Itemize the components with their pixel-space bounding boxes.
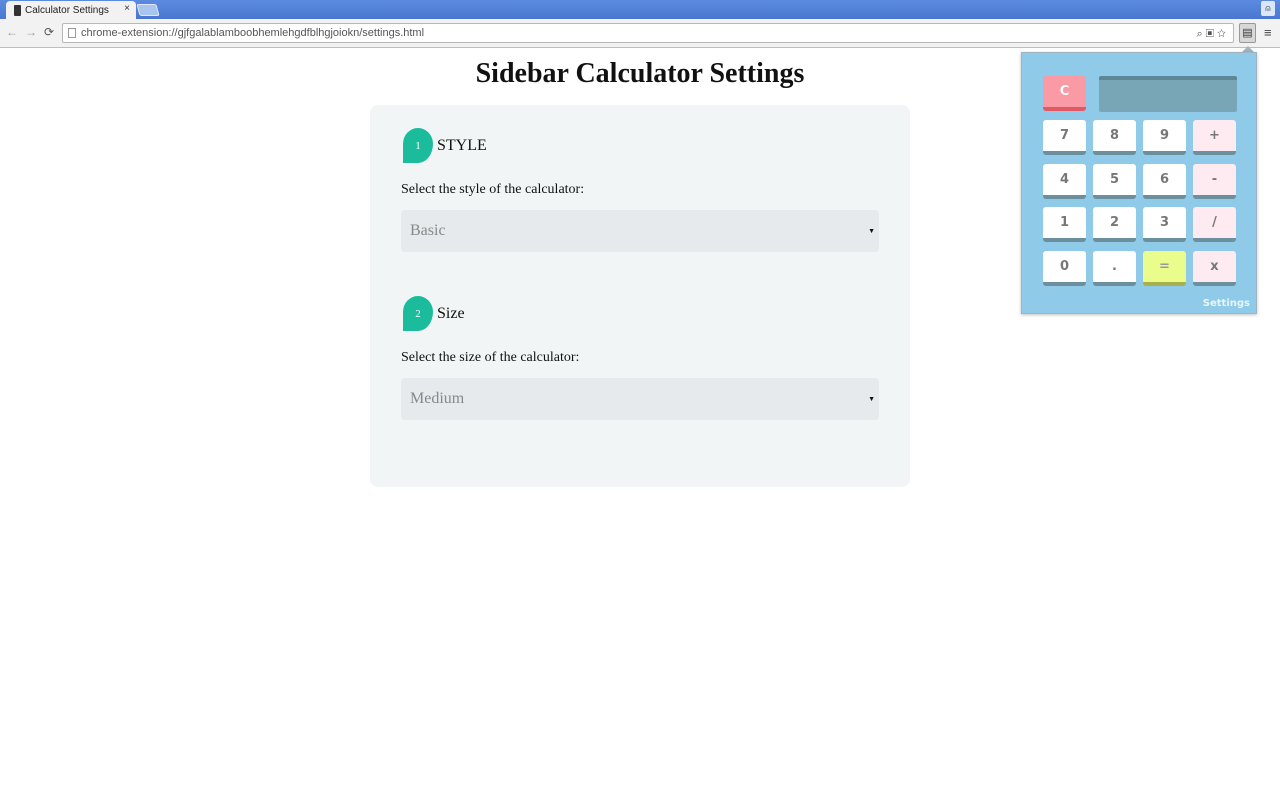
- settings-card: 1 STYLE Select the style of the calculat…: [370, 105, 910, 487]
- step-heading: STYLE: [437, 136, 487, 154]
- digit-2-key[interactable]: 2: [1093, 207, 1136, 242]
- forward-arrow-icon[interactable]: →: [25, 25, 37, 39]
- profile-icon[interactable]: ⍝: [1261, 1, 1275, 16]
- url-text: chrome-extension://gjfgalablamboobhemleh…: [81, 27, 425, 39]
- decimal-key[interactable]: .: [1093, 250, 1136, 286]
- digit-7-key[interactable]: 7: [1043, 120, 1086, 155]
- calculator-popup: C Settings 7 8 9 +4 5 6- 1 2 3/ 0. = x: [1021, 52, 1257, 314]
- bookmark-star-icon[interactable]: ⌕▣☆: [1196, 25, 1229, 42]
- multiply-key[interactable]: x: [1193, 250, 1236, 286]
- tab-close-icon[interactable]: ×: [124, 3, 130, 14]
- browser-titlebar: Calculator Settings × ⍝: [0, 0, 1280, 19]
- digit-3-key[interactable]: 3: [1143, 207, 1186, 242]
- step-number-badge: 2: [403, 296, 433, 331]
- tab-title: Calculator Settings: [25, 4, 109, 16]
- size-field-label: Select the size of the calculator:: [401, 350, 580, 365]
- calculator-display: [1099, 76, 1237, 112]
- new-tab-button[interactable]: [136, 4, 160, 16]
- size-select-value: Medium: [410, 390, 465, 407]
- calculator-favicon-icon: [14, 4, 21, 16]
- calculator-extension-icon[interactable]: ▤: [1239, 23, 1256, 43]
- reload-icon[interactable]: ⟳: [44, 25, 54, 39]
- size-select[interactable]: Medium ▼: [401, 378, 879, 420]
- style-select[interactable]: Basic ▼: [401, 210, 879, 252]
- style-field-label: Select the style of the calculator:: [401, 182, 585, 197]
- address-bar[interactable]: chrome-extension://gjfgalablamboobhemleh…: [62, 23, 1234, 43]
- back-arrow-icon[interactable]: ←: [6, 25, 18, 39]
- browser-toolbar: ← → ⟳ chrome-extension://gjfgalablamboob…: [0, 19, 1280, 48]
- settings-link[interactable]: Settings: [1203, 298, 1250, 309]
- plus-key[interactable]: +: [1193, 120, 1236, 155]
- browser-tab[interactable]: Calculator Settings ×: [6, 1, 136, 19]
- minus-key[interactable]: -: [1193, 163, 1236, 199]
- digit-6-key[interactable]: 6: [1143, 163, 1186, 199]
- divide-key[interactable]: /: [1193, 207, 1236, 242]
- digit-0-key[interactable]: 0: [1043, 250, 1086, 286]
- digit-1-key[interactable]: 1: [1043, 207, 1086, 242]
- page-icon: [68, 28, 76, 38]
- digit-9-key[interactable]: 9: [1143, 120, 1186, 155]
- step-heading: Size: [437, 304, 465, 322]
- clear-button[interactable]: C: [1043, 76, 1086, 111]
- step-size-header: 2 Size: [403, 296, 465, 331]
- equals-key[interactable]: =: [1143, 250, 1186, 286]
- step-number-badge: 1: [403, 128, 433, 163]
- digit-4-key[interactable]: 4: [1043, 163, 1086, 199]
- style-select-value: Basic: [410, 222, 446, 239]
- step-style-header: 1 STYLE: [403, 128, 487, 163]
- browser-menu-icon[interactable]: ≡: [1264, 25, 1272, 40]
- digit-5-key[interactable]: 5: [1093, 163, 1136, 199]
- dropdown-caret-icon: ▼: [868, 395, 875, 403]
- digit-8-key[interactable]: 8: [1093, 120, 1136, 155]
- dropdown-caret-icon: ▼: [868, 227, 875, 235]
